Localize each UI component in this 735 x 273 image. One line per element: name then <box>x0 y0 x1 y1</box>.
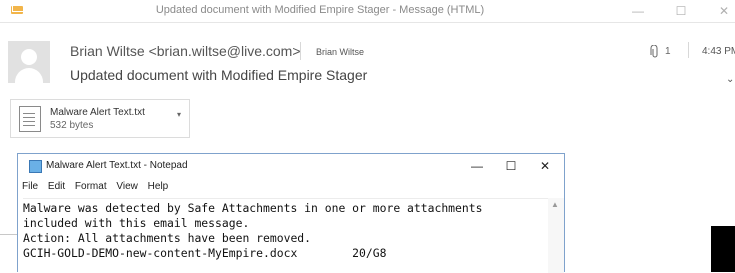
header-divider <box>300 42 301 60</box>
menu-view[interactable]: View <box>116 181 138 192</box>
outlook-title-bar: Updated document with Modified Empire St… <box>0 0 735 23</box>
menu-help[interactable]: Help <box>148 181 169 192</box>
attachment-name: Malware Alert Text.txt <box>50 107 145 118</box>
notepad-minimize-button[interactable]: — <box>462 157 492 175</box>
maximize-button[interactable]: ☐ <box>668 2 694 20</box>
background-window-edge <box>711 226 735 272</box>
attachment-chip[interactable]: Malware Alert Text.txt 532 bytes ▾ <box>10 99 190 138</box>
paperclip-icon <box>650 44 660 62</box>
avatar-head <box>21 49 37 65</box>
notepad-menu-bar: File Edit Format View Help <box>22 181 175 195</box>
recipient-name[interactable]: Brian Wiltse <box>316 47 364 57</box>
notepad-title: Malware Alert Text.txt - Notepad <box>46 160 188 171</box>
received-time: 4:43 PM <box>702 46 735 57</box>
sender-address[interactable]: Brian Wiltse <brian.wiltse@live.com> <box>70 43 301 59</box>
expand-header-icon[interactable]: ⌄ <box>726 74 734 85</box>
notepad-close-button[interactable]: ✕ <box>530 157 560 175</box>
notepad-icon <box>29 160 42 173</box>
menu-format[interactable]: Format <box>75 181 107 192</box>
notepad-title-bar[interactable]: Malware Alert Text.txt - Notepad — ☐ ✕ <box>18 154 564 178</box>
message-body-separator <box>0 234 17 235</box>
text-file-icon <box>19 106 41 132</box>
attachment-count: 1 <box>665 46 671 57</box>
menu-file[interactable]: File <box>22 181 38 192</box>
minimize-button[interactable]: — <box>625 2 651 20</box>
close-button[interactable]: ✕ <box>711 2 735 20</box>
avatar-body <box>15 68 43 83</box>
menu-edit[interactable]: Edit <box>48 181 65 192</box>
notepad-text-area[interactable]: Malware was detected by Safe Attachments… <box>23 198 553 261</box>
notepad-maximize-button[interactable]: ☐ <box>496 157 526 175</box>
attachment-size: 532 bytes <box>50 120 94 131</box>
attachment-dropdown-icon[interactable]: ▾ <box>177 110 181 119</box>
notepad-scrollbar[interactable]: ▲ <box>548 198 564 273</box>
notepad-window[interactable]: Malware Alert Text.txt - Notepad — ☐ ✕ F… <box>17 153 565 273</box>
message-subject: Updated document with Modified Empire St… <box>70 67 368 83</box>
window-title: Updated document with Modified Empire St… <box>155 4 485 16</box>
sender-avatar[interactable] <box>8 41 50 83</box>
header-divider-right <box>688 42 689 58</box>
scroll-up-icon[interactable]: ▲ <box>551 200 559 209</box>
